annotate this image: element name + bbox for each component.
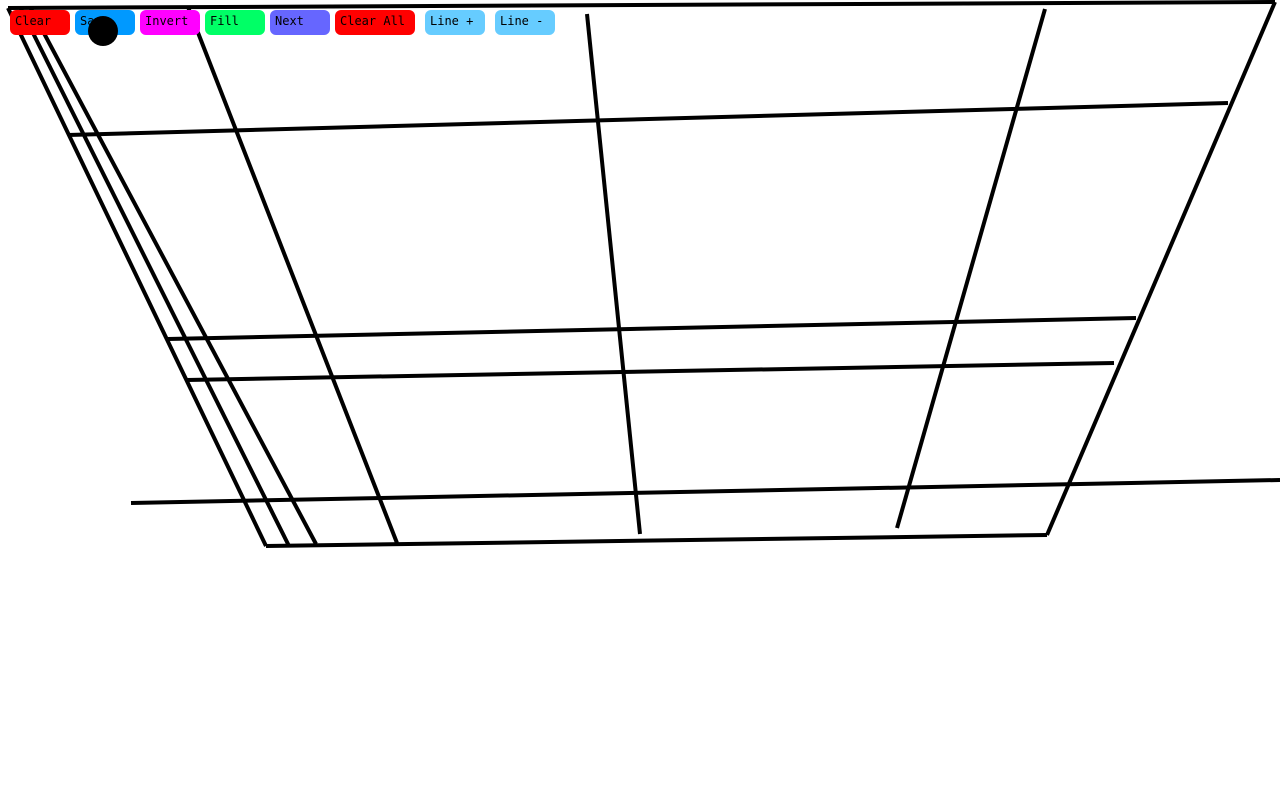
line-decrease-button[interactable]: Line - (495, 10, 555, 35)
clear-button[interactable]: Clear (10, 10, 70, 35)
toolbar: Clear Save Invert Fill Next Clear All Li… (0, 0, 1280, 40)
drawing-app: Clear Save Invert Fill Next Clear All Li… (0, 0, 1280, 800)
invert-button[interactable]: Invert (140, 10, 200, 35)
fill-button[interactable]: Fill (205, 10, 265, 35)
brush-cursor (88, 16, 118, 46)
clear-all-button[interactable]: Clear All (335, 10, 415, 35)
line-increase-button[interactable]: Line + (425, 10, 485, 35)
drawing-canvas[interactable] (0, 0, 1280, 800)
next-button[interactable]: Next (270, 10, 330, 35)
